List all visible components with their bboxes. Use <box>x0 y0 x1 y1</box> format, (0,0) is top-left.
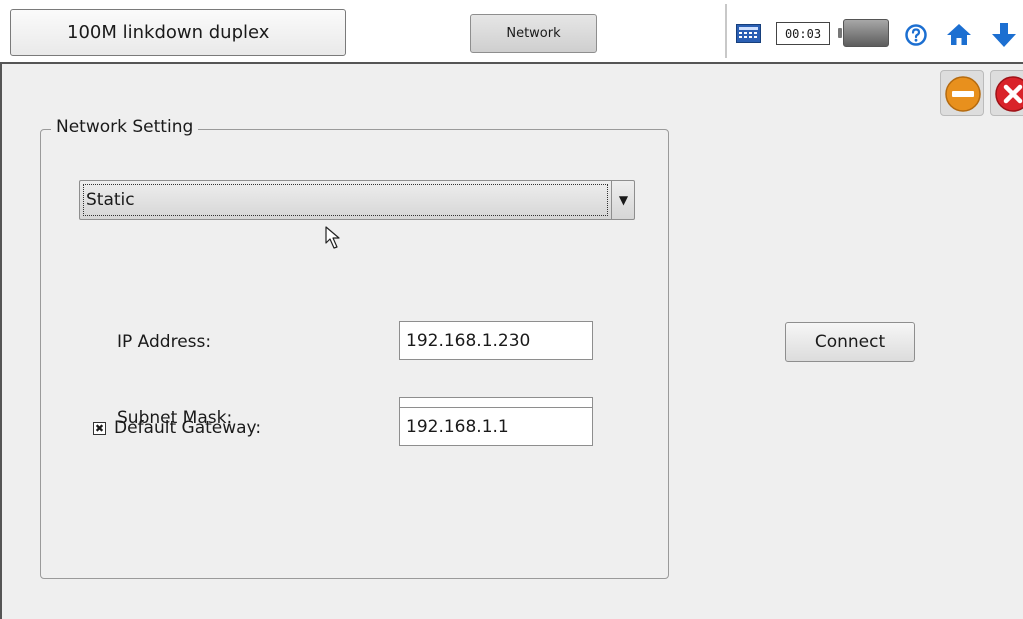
status-display: 100M linkdown duplex <box>10 9 346 56</box>
help-icon[interactable] <box>905 24 927 46</box>
main-panel: Network Setting Static ▼ IP Address: Sub… <box>0 62 1023 619</box>
tab-network-label: Network <box>506 26 561 41</box>
down-arrow-icon[interactable] <box>990 22 1018 48</box>
close-icon <box>995 76 1023 112</box>
chevron-down-icon[interactable]: ▼ <box>611 180 635 220</box>
group-title: Network Setting <box>51 117 199 137</box>
network-setting-group: Network Setting Static ▼ IP Address: Sub… <box>40 117 669 579</box>
default-gateway-label: Default Gateway: <box>114 418 262 438</box>
home-icon[interactable] <box>946 22 972 46</box>
connect-button[interactable]: Connect <box>785 322 915 362</box>
default-gateway-input[interactable] <box>399 407 593 446</box>
mode-select-value: Static <box>86 190 135 210</box>
status-text: 100M linkdown duplex <box>67 22 270 43</box>
tab-network[interactable]: Network <box>470 14 597 53</box>
calculator-icon[interactable] <box>736 24 761 43</box>
battery-icon <box>838 19 889 47</box>
mouse-cursor-icon <box>325 226 340 249</box>
ip-address-input[interactable] <box>399 321 593 360</box>
close-button[interactable] <box>990 70 1023 116</box>
toolbar-divider <box>725 4 727 58</box>
mode-select[interactable]: Static <box>79 180 635 220</box>
top-bar: 100M linkdown duplex Network 00:03 <box>0 0 1023 62</box>
default-gateway-checkbox[interactable]: ✖ <box>93 422 106 435</box>
clock-display: 00:03 <box>776 22 830 45</box>
ip-address-label: IP Address: <box>117 332 212 352</box>
minimize-icon <box>945 76 981 112</box>
minimize-button[interactable] <box>940 70 984 116</box>
clock-text: 00:03 <box>784 26 822 41</box>
